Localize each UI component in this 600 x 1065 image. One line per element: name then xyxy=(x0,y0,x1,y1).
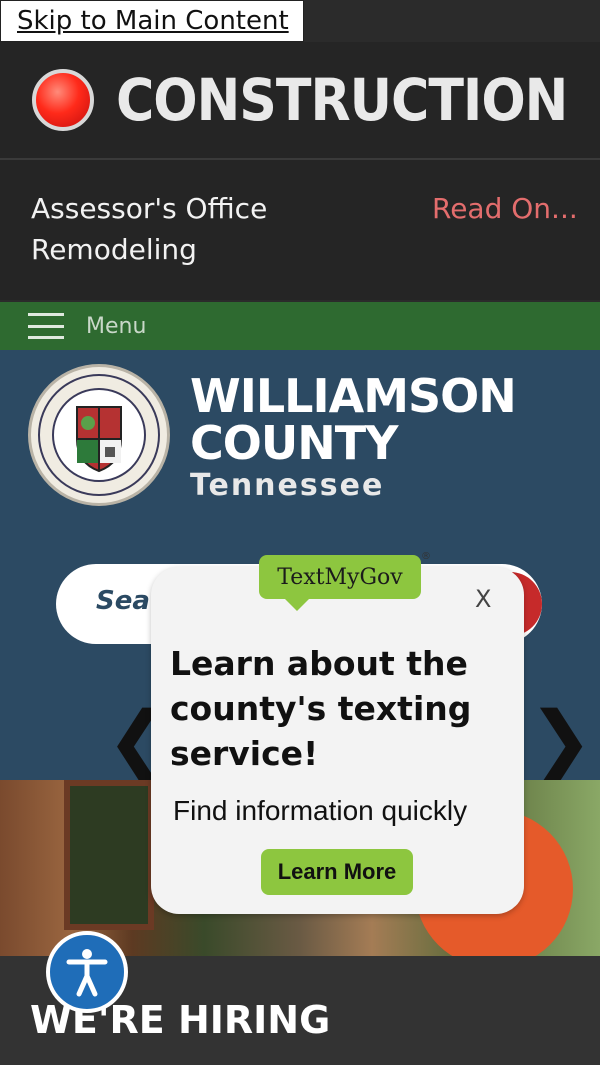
brand-line-3: Tennessee xyxy=(190,468,385,503)
seal-ring-icon xyxy=(38,374,160,496)
accessibility-icon xyxy=(66,949,108,997)
accessibility-button[interactable] xyxy=(46,931,128,1013)
county-wordmark[interactable]: WILLIAMSON COUNTY Tennessee xyxy=(190,369,517,503)
speech-tail-icon xyxy=(283,597,311,611)
county-seal-logo[interactable] xyxy=(28,364,170,506)
popup-heading: Learn about the county's texting service… xyxy=(170,644,472,773)
registered-mark: ® xyxy=(421,551,431,562)
warning-light-icon xyxy=(32,69,94,131)
textmygov-logo: TextMyGov xyxy=(259,555,421,599)
search-placeholder: Sea xyxy=(96,586,150,616)
textmygov-popup: TextMyGov ® X Learn about the county's t… xyxy=(151,551,524,914)
read-on-link[interactable]: Read On... xyxy=(432,188,600,270)
close-icon[interactable]: X xyxy=(475,585,491,613)
photo-window-frame xyxy=(64,780,154,930)
alert-body: Assessor's Office Remodeling Read On... xyxy=(0,160,600,270)
skip-to-main-content-link[interactable]: Skip to Main Content xyxy=(0,0,304,42)
alert-banner: CONSTRUCTION Assessor's Office Remodelin… xyxy=(0,42,600,300)
menu-bar[interactable]: Menu xyxy=(0,302,600,350)
menu-label[interactable]: Menu xyxy=(86,314,146,339)
brand-line-2: COUNTY xyxy=(190,416,398,470)
alert-title: CONSTRUCTION xyxy=(116,66,568,134)
hamburger-icon[interactable] xyxy=(28,313,64,339)
popup-subtext: Find information quickly xyxy=(173,795,468,826)
carousel-next-arrow-icon[interactable]: ❯ xyxy=(528,702,593,780)
alert-message: Assessor's Office Remodeling xyxy=(31,192,268,266)
alert-header: CONSTRUCTION xyxy=(0,42,600,160)
brand-line-1: WILLIAMSON xyxy=(190,369,517,423)
learn-more-button[interactable]: Learn More xyxy=(261,849,413,895)
